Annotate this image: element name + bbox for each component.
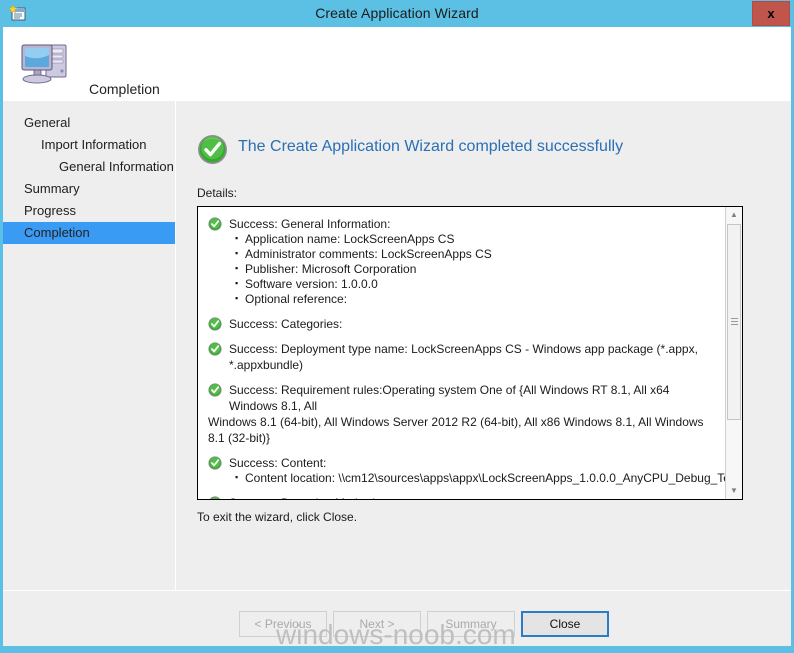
sidebar-item-general[interactable]: General <box>3 112 175 134</box>
details-bullet-item: Administrator comments: LockScreenApps C… <box>235 246 718 262</box>
details-group-heading: Success: Detection Method: <box>206 495 718 499</box>
green-check-circle-icon <box>208 342 222 356</box>
exit-instruction: To exit the wizard, click Close. <box>197 510 358 524</box>
success-message: The Create Application Wizard completed … <box>238 138 624 155</box>
green-check-circle-icon <box>208 383 222 397</box>
close-window-button[interactable]: x <box>752 1 790 26</box>
wizard-body: General Import Information General Informa… <box>3 101 791 646</box>
details-group-heading: Success: Content: <box>206 455 718 471</box>
sidebar-item-import-information[interactable]: Import Information <box>3 134 175 156</box>
details-bullet-item: Application name: LockScreenApps CS <box>235 231 718 247</box>
window-title: Create Application Wizard <box>315 5 479 21</box>
details-group-heading: Success: Deployment type name: LockScree… <box>206 341 718 373</box>
previous-button[interactable]: < Previous <box>239 611 327 637</box>
page-title: Completion <box>89 81 160 97</box>
green-check-circle-icon <box>208 456 222 470</box>
green-check-circle-icon <box>208 496 222 499</box>
green-check-circle-icon <box>208 217 222 231</box>
details-group-heading: Success: Requirement rules:Operating sys… <box>206 382 718 446</box>
sidebar-item-general-information[interactable]: General Information <box>3 156 175 178</box>
wizard-header: Completion <box>3 27 791 101</box>
details-bullet-item: Software version: 1.0.0.0 <box>235 276 718 292</box>
details-group-heading-text-line2: Windows 8.1 (64-bit), All Windows Server… <box>208 415 704 445</box>
details-panel: Success: General Information:Application… <box>197 206 743 500</box>
details-group-heading-text: Success: Detection Method: <box>229 496 378 499</box>
details-group-heading-text: Success: General Information: <box>229 217 391 231</box>
details-bullet-item: Optional reference: <box>235 291 718 307</box>
scroll-thumb-grip-icon <box>731 318 738 326</box>
close-button[interactable]: Close <box>521 611 609 637</box>
wizard-button-bar: < Previous Next > Summary Close <box>3 591 791 646</box>
details-group: Success: Detection Method:Name:Microsoft… <box>206 495 718 499</box>
create-application-wizard-window: Create Application Wizard x Completion G… <box>0 0 794 653</box>
details-group-heading: Success: Categories: <box>206 316 718 332</box>
details-group-heading-text: Success: Categories: <box>229 317 343 331</box>
sidebar-item-summary[interactable]: Summary <box>3 178 175 200</box>
scroll-up-arrow-icon[interactable]: ▲ <box>726 207 742 223</box>
next-button[interactable]: Next > <box>333 611 421 637</box>
title-bar: Create Application Wizard x <box>0 0 794 27</box>
details-scroll-thumb[interactable] <box>727 224 741 420</box>
details-vertical-scrollbar[interactable]: ▲ ▼ <box>725 207 742 499</box>
details-group-heading-text: Success: Requirement rules:Operating sys… <box>229 383 670 413</box>
computer-icon <box>18 35 76 91</box>
wizard-step-nav: General Import Information General Informa… <box>3 101 175 630</box>
details-bullet-list: Content location: \\cm12\sources\apps\ap… <box>206 470 739 486</box>
scroll-down-arrow-icon[interactable]: ▼ <box>726 483 742 499</box>
wizard-main-pane: The Create Application Wizard completed … <box>176 101 791 646</box>
details-group: Success: Requirement rules:Operating sys… <box>206 382 718 446</box>
sidebar-item-progress[interactable]: Progress <box>3 200 175 222</box>
details-bullet-item: Publisher: Microsoft Corporation <box>235 261 718 277</box>
details-bullet-item: Content location: \\cm12\sources\apps\ap… <box>235 470 739 486</box>
details-group-heading: Success: General Information: <box>206 216 718 232</box>
details-group: Success: Deployment type name: LockScree… <box>206 341 718 373</box>
green-check-circle-icon <box>197 134 228 165</box>
summary-button[interactable]: Summary <box>427 611 515 637</box>
details-group: Success: Content:Content location: \\cm1… <box>206 455 739 486</box>
details-group: Success: Categories: <box>206 316 718 332</box>
details-bullet-list: Application name: LockScreenApps CSAdmin… <box>206 231 718 307</box>
sidebar-item-completion[interactable]: Completion <box>3 222 175 244</box>
details-group: Success: General Information:Application… <box>206 216 718 307</box>
details-list: Success: General Information:Application… <box>198 207 739 499</box>
green-check-circle-icon <box>208 317 222 331</box>
details-group-heading-text: Success: Deployment type name: LockScree… <box>229 342 698 372</box>
details-label: Details: <box>197 186 238 200</box>
details-group-heading-text: Success: Content: <box>229 456 327 470</box>
